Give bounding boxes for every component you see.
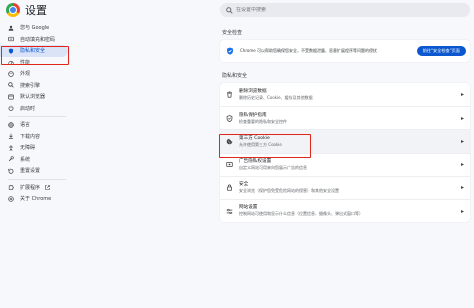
shield-icon bbox=[8, 48, 14, 54]
search-input[interactable] bbox=[236, 7, 456, 13]
palette-icon bbox=[8, 70, 14, 77]
sidebar-item-label: 下载内容 bbox=[20, 133, 41, 140]
sidebar-item-label: 扩展程序 bbox=[20, 184, 41, 191]
sidebar-item-label: 默认浏览器 bbox=[20, 94, 46, 101]
sidebar-item-reset-settings[interactable]: 重置设置 bbox=[0, 165, 68, 177]
browser-icon bbox=[8, 94, 14, 100]
sidebar-divider bbox=[8, 178, 66, 180]
sidebar-item-label: 您与 Google bbox=[20, 25, 50, 32]
row-subtitle: 安全浏览（保护您免受危险网站的侵害）和其他安全设置 bbox=[239, 188, 339, 194]
privacy-row-security[interactable]: 安全 安全浏览（保护您免受危险网站的侵害）和其他安全设置 ▸ bbox=[220, 175, 470, 199]
speedometer-icon bbox=[8, 59, 14, 65]
row-subtitle: 允许使用第三方 Cookie bbox=[239, 141, 282, 147]
sidebar-item-label: 自动填充和密码 bbox=[20, 36, 56, 43]
sidebar-item-on-startup[interactable]: 启动时 bbox=[0, 103, 68, 115]
safety-shield-icon bbox=[227, 47, 233, 55]
main-content: 安全检查 Chrome 可以帮助您确保您安全，不受数据泄露、恶意扩展程序等问题的… bbox=[220, 24, 470, 223]
privacy-row-site-settings[interactable]: 网站设置 控制网站可使用和显示什么信息（位置信息、摄像头、弹出式窗口等） ▸ bbox=[220, 198, 470, 222]
privacy-row-ad-privacy[interactable]: 广告隐私权设置 自定义网站可用来向您展示广告的信息 ▸ bbox=[220, 152, 470, 176]
wrench-icon bbox=[8, 156, 14, 162]
row-subtitle: 删除历史记录、Cookie、缓存及其他数据 bbox=[239, 94, 313, 100]
shield-check-icon bbox=[226, 114, 233, 122]
row-subtitle: 自定义网站可用来向您展示广告的信息 bbox=[239, 164, 307, 170]
chevron-right-icon: ▸ bbox=[460, 91, 464, 99]
search-icon bbox=[226, 6, 233, 14]
privacy-row-clear-browsing-data[interactable]: 删除浏览数据 删除历史记录、Cookie、缓存及其他数据 ▸ bbox=[220, 83, 470, 106]
privacy-row-privacy-guide[interactable]: 隐私保护指南 检查重要的隐私和安全控件 ▸ bbox=[220, 106, 470, 129]
search-box[interactable] bbox=[220, 3, 470, 17]
sidebar-item-label: 搜索引擎 bbox=[20, 82, 41, 89]
section-title-safety-check: 安全检查 bbox=[222, 30, 243, 36]
person-icon bbox=[8, 25, 14, 31]
power-icon bbox=[8, 105, 14, 112]
sidebar-item-label: 隐私和安全 bbox=[20, 48, 46, 55]
sidebar-item-default-browser[interactable]: 默认浏览器 bbox=[0, 91, 68, 103]
sidebar-item-about-chrome[interactable]: 关于 Chrome bbox=[0, 193, 68, 205]
privacy-card: 删除浏览数据 删除历史记录、Cookie、缓存及其他数据 ▸ 隐私保护指南 检查… bbox=[220, 83, 470, 223]
sidebar-item-label: 性能 bbox=[20, 59, 31, 66]
safety-check-card: Chrome 可以帮助您确保您安全，不受数据泄露、恶意扩展程序等问题的侵扰 前往… bbox=[220, 40, 470, 62]
sidebar-item-languages[interactable]: 语言 bbox=[0, 119, 68, 131]
sidebar-item-label: 无障碍 bbox=[20, 145, 36, 152]
ad-privacy-icon bbox=[226, 161, 233, 168]
sidebar-item-label: 系统 bbox=[20, 156, 31, 163]
reset-icon bbox=[8, 168, 14, 174]
sidebar-item-system[interactable]: 系统 bbox=[0, 154, 68, 166]
sidebar-item-privacy-security[interactable]: 隐私和安全 bbox=[0, 45, 68, 57]
chevron-right-icon: ▸ bbox=[460, 137, 464, 145]
row-subtitle: 控制网站可使用和显示什么信息（位置信息、摄像头、弹出式窗口等） bbox=[239, 211, 363, 217]
external-link-icon bbox=[44, 184, 50, 190]
chrome-icon bbox=[8, 196, 14, 202]
sidebar-item-label: 重置设置 bbox=[20, 168, 41, 175]
sidebar-item-appearance[interactable]: 外观 bbox=[0, 68, 68, 80]
puzzle-icon bbox=[8, 184, 14, 190]
sidebar-item-search-engine[interactable]: 搜索引擎 bbox=[0, 80, 68, 92]
section-title-privacy: 隐私和安全 bbox=[222, 73, 248, 79]
sidebar-item-label: 语言 bbox=[20, 122, 31, 129]
safety-check-text: Chrome 可以帮助您确保您安全，不受数据泄露、恶意扩展程序等问题的侵扰 bbox=[240, 48, 377, 54]
accessibility-icon bbox=[8, 145, 14, 151]
sidebar-item-downloads[interactable]: 下载内容 bbox=[0, 131, 68, 143]
sidebar-item-performance[interactable]: 性能 bbox=[0, 57, 68, 69]
site-settings-icon bbox=[226, 208, 233, 215]
row-subtitle: 检查重要的隐私和安全控件 bbox=[239, 118, 287, 124]
sidebar-item-extensions[interactable]: 扩展程序 bbox=[0, 182, 68, 194]
sidebar-item-label: 启动时 bbox=[20, 105, 36, 112]
sidebar-item-accessibility[interactable]: 无障碍 bbox=[0, 142, 68, 154]
top-bar: 设置 bbox=[0, 0, 474, 22]
sidebar-item-you-and-google[interactable]: 您与 Google bbox=[0, 22, 68, 34]
sidebar-item-label: 外观 bbox=[20, 71, 31, 78]
sidebar-item-autofill[interactable]: 自动填充和密码 bbox=[0, 34, 68, 46]
download-icon bbox=[8, 133, 14, 140]
globe-icon bbox=[8, 122, 14, 128]
go-to-safety-check-button[interactable]: 前往"安全检查"页面 bbox=[416, 46, 466, 56]
chevron-right-icon: ▸ bbox=[460, 207, 464, 215]
sidebar-item-label: 关于 Chrome bbox=[20, 196, 52, 203]
page-title: 设置 bbox=[25, 4, 47, 17]
search-icon bbox=[8, 82, 14, 88]
chevron-right-icon: ▸ bbox=[460, 161, 464, 169]
trash-icon bbox=[226, 91, 233, 98]
lock-icon bbox=[226, 184, 233, 192]
chrome-logo-icon bbox=[6, 3, 20, 17]
sidebar: 您与 Google 自动填充和密码 隐私和安全 性能 外观 搜索引擎 默认浏览器… bbox=[0, 22, 70, 205]
chevron-right-icon: ▸ bbox=[460, 184, 464, 192]
privacy-row-third-party-cookies[interactable]: 第三方 Cookie 允许使用第三方 Cookie ▸ bbox=[220, 129, 470, 153]
chevron-right-icon: ▸ bbox=[460, 114, 464, 122]
cookie-icon bbox=[226, 138, 233, 145]
autofill-icon bbox=[8, 36, 14, 42]
sidebar-divider bbox=[8, 116, 66, 117]
